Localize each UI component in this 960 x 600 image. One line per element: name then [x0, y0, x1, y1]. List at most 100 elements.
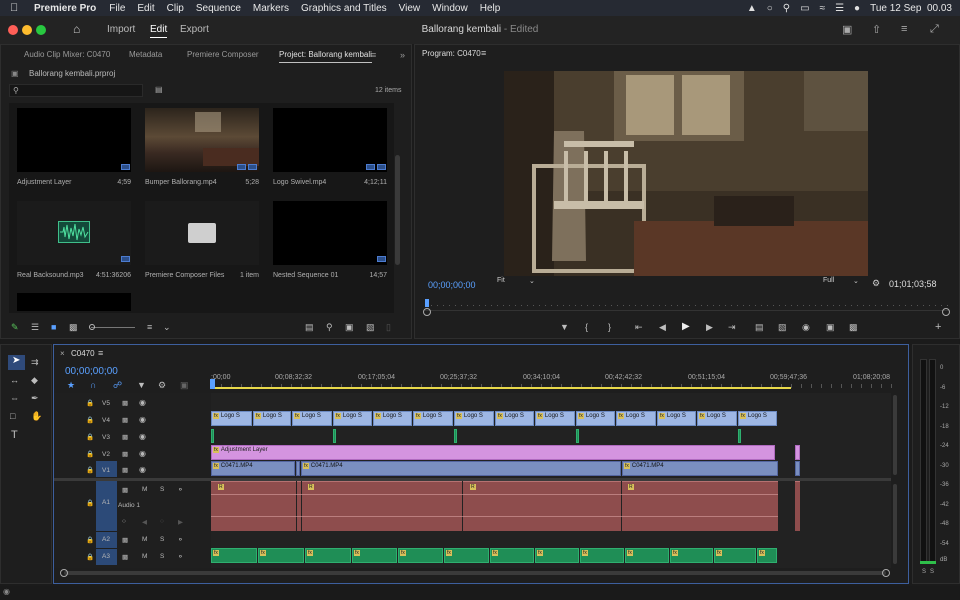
adjustment-layer-clip-tail[interactable] — [795, 445, 800, 460]
thumb-partial[interactable] — [17, 293, 131, 311]
thumb-adjustment-layer[interactable] — [17, 108, 131, 172]
fit-dropdown[interactable]: Fit ⌄ — [497, 277, 539, 289]
ripple-edit-icon[interactable]: ↔ — [10, 375, 19, 385]
selection-tool[interactable]: ➤ — [8, 355, 25, 370]
logo-swivel-clip[interactable]: fx Logo S — [373, 411, 412, 426]
add-marker-timeline-icon[interactable]: ▼ — [137, 380, 146, 390]
mark-out-icon[interactable]: } — [608, 322, 611, 332]
zoom-slider-handle[interactable] — [89, 324, 95, 330]
play-icon[interactable]: ▶ — [682, 321, 690, 332]
hand-tool-icon[interactable]: ✋ — [31, 411, 42, 422]
lock-icon[interactable]: 🔒 — [86, 416, 94, 424]
music-clip[interactable]: fx — [490, 548, 534, 563]
eye-icon[interactable]: ◉ — [139, 415, 146, 424]
a1-volume-line[interactable] — [211, 516, 778, 517]
control-center-icon[interactable]: ☰ — [835, 3, 844, 14]
go-to-in-icon[interactable]: ⇤ — [635, 322, 643, 333]
track-name-v5[interactable]: V5 — [102, 400, 110, 407]
video-vertical-scrollbar[interactable] — [893, 395, 897, 475]
background-tasks-icon[interactable]: ◉ — [3, 587, 10, 596]
lock-icon[interactable]: 🔒 — [86, 536, 94, 544]
sync-lock-icon[interactable]: ▩ — [122, 553, 128, 561]
tab-project[interactable]: Project: Ballorang kembali — [279, 45, 372, 65]
logo-swivel-clip[interactable]: fx Logo S — [333, 411, 372, 426]
logo-swivel-clip[interactable]: fx Logo S — [576, 411, 615, 426]
solo-button[interactable]: S — [160, 486, 164, 493]
logo-swivel-clip[interactable]: fx Logo S — [495, 411, 534, 426]
solo-button[interactable]: S — [160, 536, 164, 543]
music-clip[interactable]: fx — [211, 548, 257, 563]
solo-left-button[interactable]: S — [922, 569, 926, 575]
wifi-icon[interactable]: ≈ — [820, 3, 826, 14]
zoom-slider[interactable] — [91, 327, 135, 328]
tab-audio-clip-mixer[interactable]: Audio Clip Mixer: C0470 — [24, 45, 110, 65]
music-clip[interactable]: fx — [352, 548, 397, 563]
adjustment-layer-clip[interactable]: fx Adjustment Layer — [211, 445, 775, 460]
solo-right-button[interactable]: S — [930, 569, 934, 575]
v3-clip-marker[interactable] — [454, 429, 457, 443]
track-name-v3[interactable]: V3 — [102, 434, 110, 441]
menu-file[interactable]: File — [109, 3, 125, 14]
project-scrollbar[interactable] — [395, 155, 400, 265]
microphone-icon[interactable]: ⚬ — [177, 535, 184, 544]
timeline-panel-menu-icon[interactable]: ≡ — [98, 348, 103, 358]
workspace-import[interactable]: Import — [107, 16, 135, 44]
music-clip[interactable]: fx — [258, 548, 304, 563]
eye-icon[interactable]: ◉ — [139, 465, 146, 474]
logo-swivel-clip[interactable]: fx Logo S — [535, 411, 575, 426]
step-forward-icon[interactable]: ▶ — [706, 322, 713, 333]
new-item-icon[interactable]: ▧ — [366, 322, 375, 333]
a1-target[interactable] — [96, 481, 117, 531]
new-bin-button-icon[interactable]: ▣ — [345, 322, 354, 333]
track-select-icon[interactable]: ⇉ — [31, 357, 39, 368]
music-clip[interactable]: fx — [398, 548, 443, 563]
snap-magnet-icon[interactable]: ∩ — [90, 380, 96, 390]
freeform-view-icon[interactable]: ▩ — [69, 322, 78, 333]
mute-button[interactable]: M — [142, 536, 147, 543]
lift-icon[interactable]: ▤ — [755, 322, 764, 333]
lock-icon[interactable]: 🔒 — [86, 399, 94, 407]
a1-volume-line[interactable] — [211, 494, 778, 495]
sync-lock-icon[interactable]: ▩ — [122, 536, 128, 544]
program-playhead-timecode[interactable]: 00;00;00;00 — [428, 280, 476, 290]
music-clip[interactable]: fx — [714, 548, 756, 563]
prev-keyframe-icon[interactable]: ◀ — [142, 518, 147, 526]
logo-swivel-clip[interactable]: fx Logo S — [253, 411, 291, 426]
mute-button[interactable]: M — [142, 553, 147, 560]
thumb-composer-files[interactable] — [145, 201, 259, 265]
sync-lock-icon[interactable]: ▩ — [122, 466, 128, 474]
more-tabs-icon[interactable]: » — [400, 45, 405, 65]
track-name-v4[interactable]: V4 — [102, 417, 110, 424]
track-name-v2[interactable]: V2 — [102, 451, 110, 458]
creative-cloud-icon[interactable]: ○ — [767, 3, 773, 14]
menu-graphics[interactable]: Graphics and Titles — [301, 3, 387, 14]
logo-swivel-clip[interactable]: fx Logo S — [292, 411, 332, 426]
menu-help[interactable]: Help — [480, 3, 501, 14]
slip-tool-icon[interactable]: ⇔ — [10, 393, 19, 403]
comparison-view-icon[interactable]: ▣ — [826, 322, 835, 333]
workspace-edit[interactable]: Edit — [150, 16, 168, 44]
menu-window[interactable]: Window — [432, 3, 468, 14]
a1-audio-clip-tail[interactable] — [795, 481, 800, 531]
thumb-logo-swivel[interactable] — [273, 108, 387, 172]
add-keyframe-icon[interactable]: ○ — [160, 518, 164, 525]
music-clip[interactable]: fx — [535, 548, 579, 563]
mute-button[interactable]: M — [142, 486, 147, 493]
music-clip[interactable]: fx — [625, 548, 669, 563]
menu-view[interactable]: View — [399, 3, 421, 14]
timeline-scroll-left-handle[interactable] — [60, 569, 68, 577]
pen-tool-icon[interactable]: ✒ — [31, 393, 39, 404]
export-frame-icon[interactable]: ◉ — [802, 322, 810, 333]
eye-icon[interactable]: ◉ — [139, 398, 146, 407]
zoom-window-button[interactable] — [36, 25, 46, 35]
apple-icon[interactable]:  — [10, 2, 24, 14]
step-back-icon[interactable]: ◀ — [659, 322, 666, 333]
sequence-tab[interactable]: C0470 — [71, 349, 95, 358]
v3-clip-marker[interactable] — [333, 429, 336, 443]
program-tab[interactable]: Program: C0470 — [422, 49, 481, 58]
program-panel-menu-icon[interactable]: ≡ — [481, 48, 486, 58]
v1-video-clip[interactable]: fx C0471.MP4 — [622, 461, 778, 476]
music-clip[interactable]: fx — [670, 548, 713, 563]
search-icon[interactable]: ⚲ — [783, 3, 790, 14]
logo-swivel-clip[interactable]: fx Logo S — [413, 411, 453, 426]
